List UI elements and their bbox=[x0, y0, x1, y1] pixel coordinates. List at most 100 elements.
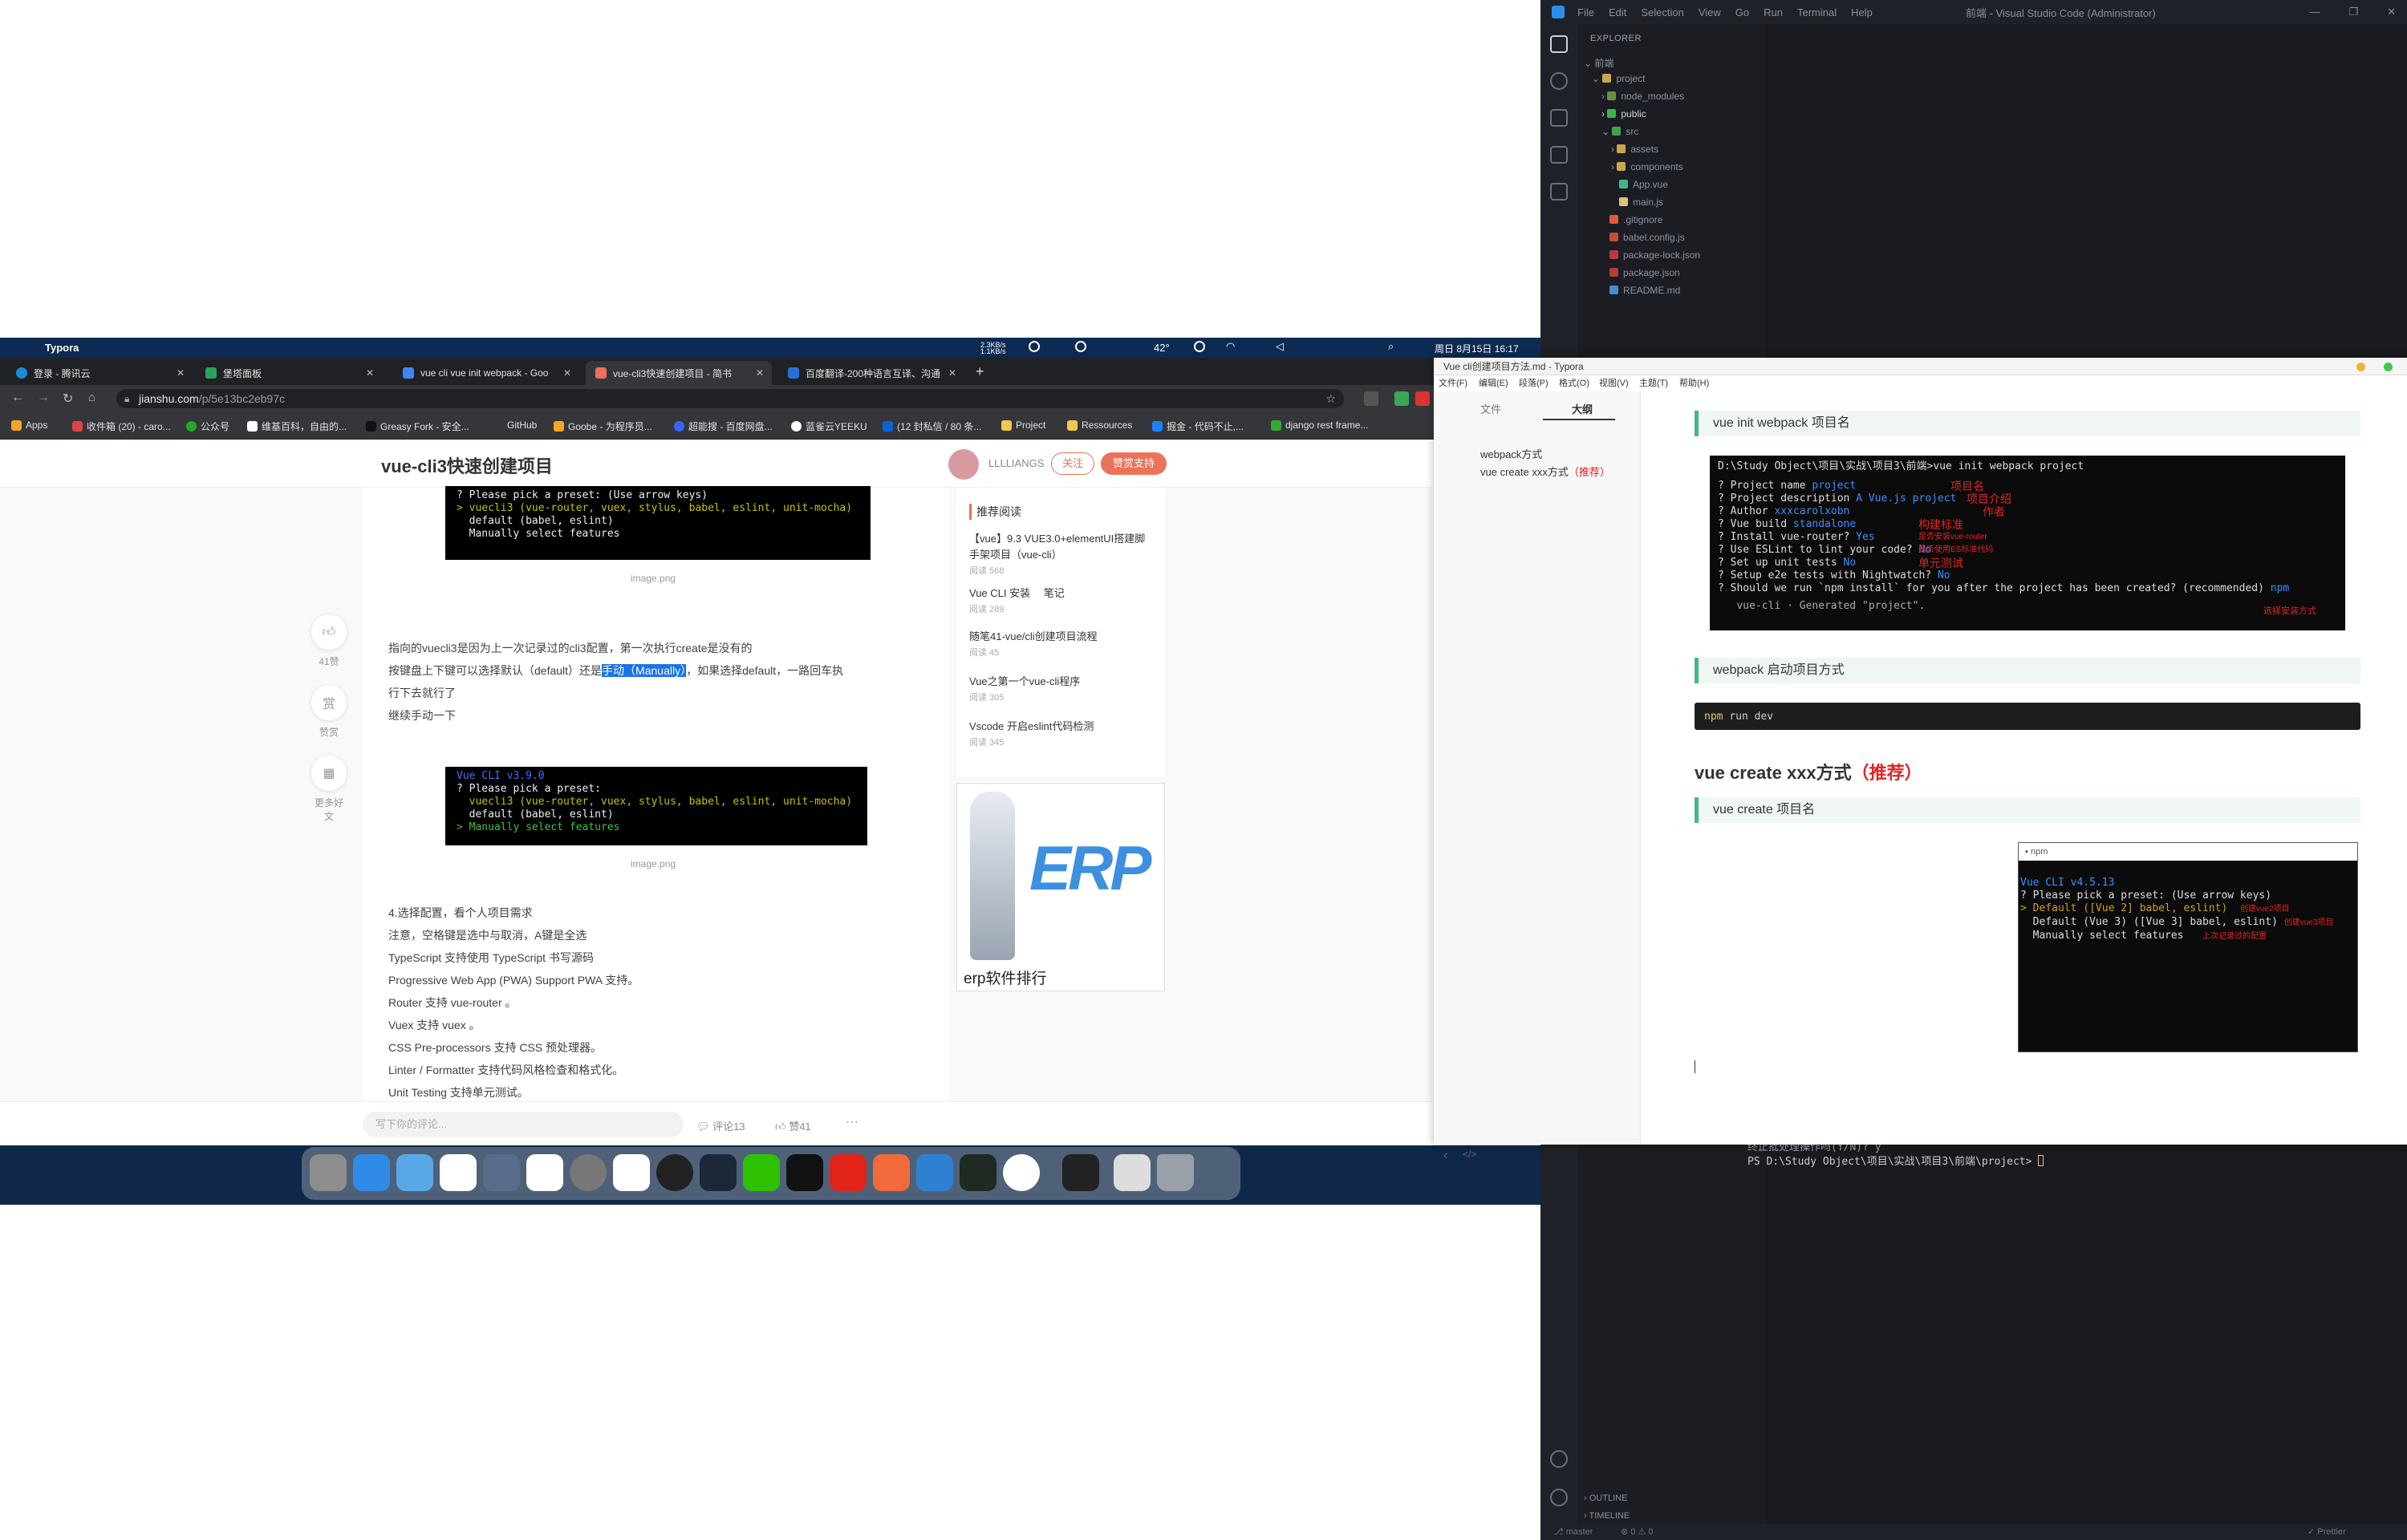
menu-go[interactable]: Go bbox=[1735, 6, 1749, 18]
bookmark-item[interactable]: 蓝雀云YEEKU bbox=[791, 419, 867, 433]
follow-button[interactable]: 关注 bbox=[1051, 452, 1094, 475]
menu-view[interactable]: View bbox=[1699, 6, 1721, 18]
bookmark-item[interactable]: Greasy Fork - 安全... bbox=[366, 419, 469, 433]
run-debug-icon[interactable] bbox=[1550, 146, 1568, 164]
account-icon[interactable] bbox=[1550, 1450, 1568, 1468]
bookmark-item[interactable]: (12 封私信 / 80 条... bbox=[883, 419, 981, 433]
tree-item[interactable]: › components bbox=[1611, 161, 1683, 172]
menu-theme[interactable]: 主题(T) bbox=[1639, 375, 1668, 391]
reward-rail[interactable]: 赏赞赏 bbox=[311, 685, 347, 739]
new-tab-icon[interactable]: + bbox=[976, 363, 984, 380]
menu-terminal[interactable]: Terminal bbox=[1797, 6, 1837, 18]
maximize-button[interactable] bbox=[2384, 363, 2393, 371]
recommended-item[interactable]: Vue CLI 安装 笔记 阅读 289 bbox=[969, 586, 1154, 618]
toggle-sidebar-icon[interactable]: ‹ bbox=[1443, 1149, 1447, 1163]
reward-icon[interactable]: 赏 bbox=[311, 685, 347, 720]
comment-input[interactable]: 写下你的评论... bbox=[363, 1112, 684, 1137]
tree-root[interactable]: ⌄ 前端 bbox=[1584, 56, 1613, 70]
system-preferences-icon[interactable] bbox=[570, 1154, 607, 1191]
bookmark-apps[interactable]: Apps bbox=[11, 419, 47, 431]
close-tab-icon[interactable]: ✕ bbox=[366, 367, 374, 379]
bookmark-item[interactable]: GitHub bbox=[507, 419, 537, 431]
menu-format[interactable]: 格式(O) bbox=[1559, 375, 1589, 391]
icloud-icon[interactable] bbox=[440, 1154, 477, 1191]
cpu-icon[interactable] bbox=[1029, 341, 1040, 352]
wechat-icon[interactable] bbox=[743, 1154, 780, 1191]
menu-help[interactable]: 帮助(H) bbox=[1679, 375, 1709, 391]
forward-icon[interactable]: → bbox=[37, 391, 50, 405]
calendar-icon[interactable] bbox=[613, 1154, 650, 1191]
tree-item[interactable]: README.md bbox=[1609, 285, 1680, 296]
extension-icon[interactable] bbox=[1394, 391, 1409, 406]
bookmark-item[interactable]: 公众号 bbox=[186, 419, 229, 433]
support-button[interactable]: 赞赏支持 bbox=[1101, 452, 1167, 475]
close-tab-icon[interactable]: ✕ bbox=[563, 367, 571, 379]
browser-tab-active[interactable]: vue-cli3快速创建项目 - 简书 ✕ bbox=[586, 361, 772, 385]
minimize-button[interactable]: — bbox=[2309, 6, 2320, 18]
gear-icon[interactable] bbox=[1550, 1489, 1568, 1506]
bookmark-item[interactable]: 超能搜 - 百度网盘... bbox=[674, 419, 773, 433]
tree-item[interactable]: package-lock.json bbox=[1609, 249, 1700, 261]
close-tab-icon[interactable]: ✕ bbox=[756, 367, 764, 379]
browser-tab[interactable]: 登录 - 腾讯云 ✕ bbox=[6, 361, 193, 385]
pycharm-icon[interactable] bbox=[960, 1154, 996, 1191]
timeline-section[interactable]: › TIMELINE bbox=[1584, 1511, 1630, 1521]
menu-file[interactable]: 文件(F) bbox=[1439, 375, 1467, 391]
close-button[interactable]: ✕ bbox=[2387, 6, 2396, 18]
extensions-icon[interactable] bbox=[1550, 183, 1568, 201]
preview-icon[interactable] bbox=[1114, 1154, 1151, 1191]
finder-icon[interactable] bbox=[353, 1154, 390, 1191]
qr-icon[interactable]: ▦ bbox=[311, 756, 347, 791]
close-tab-icon[interactable]: ✕ bbox=[948, 367, 956, 379]
trash-icon[interactable] bbox=[1157, 1154, 1194, 1191]
bookmark-folder[interactable]: Ressources bbox=[1067, 419, 1132, 431]
vscode-dock-icon[interactable] bbox=[916, 1154, 953, 1191]
like-rail[interactable]: 👍︎ 41赞 bbox=[311, 614, 347, 668]
tree-item[interactable]: › node_modules bbox=[1601, 91, 1684, 102]
avatar[interactable] bbox=[948, 449, 979, 480]
tree-item[interactable]: App.vue bbox=[1619, 179, 1668, 190]
search-icon[interactable]: ⌕ bbox=[1388, 340, 1394, 353]
bookmark-item[interactable]: 掘金 - 代码不止,... bbox=[1152, 419, 1244, 433]
like-button[interactable]: 👍︎ 赞41 bbox=[775, 1118, 811, 1133]
netease-music-icon[interactable] bbox=[830, 1154, 867, 1191]
menu-file[interactable]: File bbox=[1577, 6, 1594, 18]
browser-tab[interactable]: 堡塔面板 ✕ bbox=[196, 361, 382, 385]
app-icon[interactable] bbox=[873, 1154, 910, 1191]
author-name[interactable]: LLLLIANGS bbox=[988, 457, 1044, 469]
tree-item[interactable]: ⌄ src bbox=[1601, 126, 1638, 137]
menu-edit[interactable]: 编辑(E) bbox=[1479, 375, 1508, 391]
extension-icon[interactable] bbox=[1364, 391, 1378, 406]
recommended-item[interactable]: Vue之第一个vue-cli程序 阅读 305 bbox=[969, 674, 1154, 706]
menu-selection[interactable]: Selection bbox=[1641, 6, 1683, 18]
folder-icon[interactable] bbox=[396, 1154, 433, 1191]
clock-icon[interactable] bbox=[1194, 341, 1205, 352]
tree-item[interactable]: › assets bbox=[1611, 144, 1658, 155]
outline-item[interactable]: vue create xxx方式（推荐） bbox=[1480, 465, 1625, 480]
terminal-icon[interactable] bbox=[1062, 1154, 1099, 1191]
outline-item[interactable]: webpack方式 bbox=[1480, 446, 1542, 461]
menu-run[interactable]: Run bbox=[1764, 6, 1783, 18]
tree-item[interactable]: .gitignore bbox=[1609, 214, 1662, 225]
volume-icon[interactable]: ◁ bbox=[1276, 340, 1284, 353]
source-mode-icon[interactable]: </> bbox=[1463, 1149, 1476, 1160]
typora-icon[interactable] bbox=[526, 1154, 563, 1191]
source-control-icon[interactable] bbox=[1550, 109, 1568, 127]
steam-icon[interactable] bbox=[700, 1154, 737, 1191]
bookmark-item[interactable]: django rest frame... bbox=[1271, 419, 1368, 431]
problems-status[interactable]: ⊗ 0 ⚠ 0 bbox=[1621, 1526, 1653, 1537]
tab-outline[interactable]: 大纲 bbox=[1572, 401, 1593, 416]
clock-app-icon[interactable] bbox=[656, 1154, 693, 1191]
extension-icon[interactable] bbox=[1415, 391, 1430, 406]
maximize-button[interactable]: ❐ bbox=[2348, 6, 2358, 18]
terminal-output[interactable]: 终止批处理操作吗(Y/N)? y PS D:\Study Object\项目\实… bbox=[1747, 1141, 2044, 1169]
bookmark-star-icon[interactable]: ☆ bbox=[1325, 389, 1336, 408]
thumbs-up-icon[interactable]: 👍︎ bbox=[311, 614, 347, 650]
outline-section[interactable]: › OUTLINE bbox=[1584, 1493, 1627, 1503]
tree-item[interactable]: ⌄ project bbox=[1592, 73, 1645, 84]
browser-tab[interactable]: 百度翻译-200种语言互译、沟通 ✕ bbox=[778, 361, 964, 385]
menu-paragraph[interactable]: 段落(P) bbox=[1519, 375, 1549, 391]
tree-item[interactable]: package.json bbox=[1609, 267, 1680, 278]
tree-item[interactable]: main.js bbox=[1619, 197, 1663, 208]
bookmark-item[interactable]: 收件箱 (20) - caro... bbox=[72, 419, 171, 433]
